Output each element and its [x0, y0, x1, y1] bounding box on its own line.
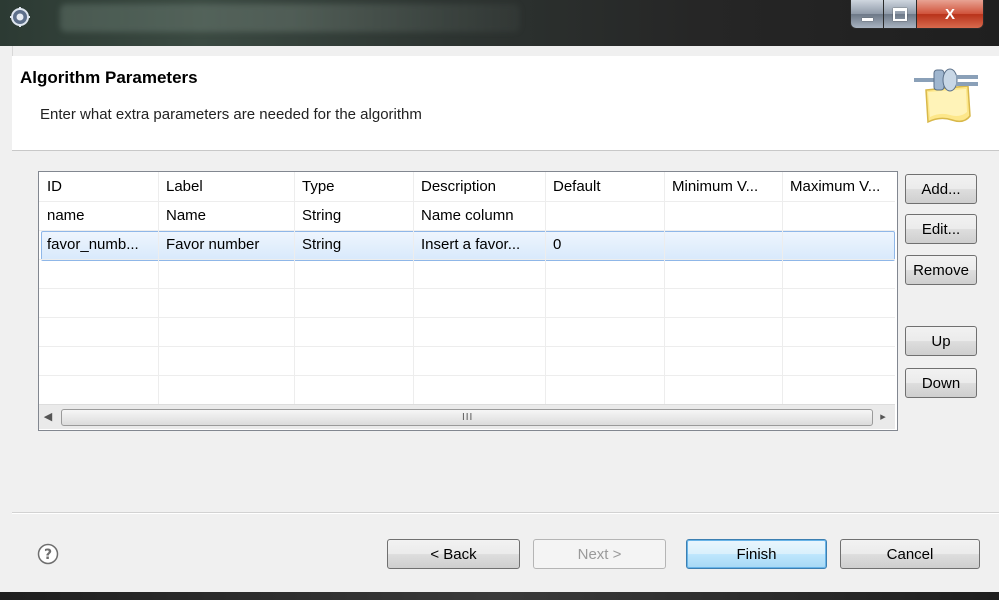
- edit-button[interactable]: Edit...: [905, 214, 977, 244]
- column-header-maximum[interactable]: Maximum V...: [790, 178, 894, 195]
- page-description: Enter what extra parameters are needed f…: [40, 106, 422, 123]
- window-bottom-edge: [0, 592, 999, 600]
- table-cell[interactable]: 0: [553, 236, 661, 253]
- next-button[interactable]: Next >: [533, 539, 666, 569]
- column-header-minimum[interactable]: Minimum V...: [672, 178, 780, 195]
- down-button[interactable]: Down: [905, 368, 977, 398]
- column-header-type[interactable]: Type: [302, 178, 410, 195]
- table-cell[interactable]: String: [302, 207, 410, 224]
- scroll-left-arrow-icon[interactable]: ◀: [42, 410, 54, 424]
- close-icon: X: [944, 5, 955, 23]
- table-cell[interactable]: Favor number: [166, 236, 291, 253]
- column-header-label[interactable]: Label: [166, 178, 291, 195]
- table-cell[interactable]: String: [302, 236, 410, 253]
- row-divider: [39, 201, 895, 202]
- cancel-button[interactable]: Cancel: [840, 539, 980, 569]
- finish-button[interactable]: Finish: [686, 539, 827, 569]
- scroll-right-arrow-icon[interactable]: ▸: [877, 410, 889, 424]
- row-divider: [39, 346, 895, 347]
- row-divider: [39, 375, 895, 376]
- row-divider: [39, 230, 895, 231]
- row-divider: [39, 288, 895, 289]
- plugin-connector-icon: [914, 68, 978, 124]
- minimize-button[interactable]: [850, 0, 884, 29]
- footer-separator: [12, 512, 999, 514]
- table-cell[interactable]: name: [47, 207, 155, 224]
- parameters-table[interactable]: ID Label Type Description Default Minimu…: [38, 171, 898, 431]
- table-cell[interactable]: Insert a favor...: [421, 236, 543, 253]
- scrollbar-thumb[interactable]: III: [61, 409, 873, 426]
- add-button[interactable]: Add...: [905, 174, 977, 204]
- up-button[interactable]: Up: [905, 326, 977, 356]
- app-gear-icon: [10, 7, 30, 27]
- wizard-header: Algorithm Parameters Enter what extra pa…: [12, 56, 999, 151]
- column-header-default[interactable]: Default: [553, 178, 661, 195]
- row-divider: [39, 259, 895, 260]
- title-bar[interactable]: X: [0, 0, 999, 46]
- maximize-button[interactable]: [883, 0, 917, 29]
- svg-text:?: ?: [44, 547, 52, 563]
- table-cell[interactable]: favor_numb...: [47, 236, 157, 253]
- scroll-grip: III: [462, 412, 474, 423]
- back-button[interactable]: < Back: [387, 539, 520, 569]
- page-title: Algorithm Parameters: [20, 68, 198, 87]
- close-button[interactable]: X: [916, 0, 984, 29]
- minimize-icon: [861, 17, 873, 21]
- window-title-blurred: [60, 4, 520, 32]
- remove-button[interactable]: Remove: [905, 255, 977, 285]
- horizontal-scrollbar[interactable]: ◀ III ▸: [39, 404, 895, 429]
- question-icon[interactable]: ?: [37, 543, 59, 565]
- table-cell[interactable]: Name: [166, 207, 291, 224]
- maximize-icon: [893, 7, 907, 21]
- wizard-window: X Algorithm Parameters Enter what extra …: [0, 0, 999, 600]
- table-cell[interactable]: Name column: [421, 207, 541, 224]
- column-header-description[interactable]: Description: [421, 178, 541, 195]
- column-header-id[interactable]: ID: [47, 178, 155, 195]
- row-divider: [39, 317, 895, 318]
